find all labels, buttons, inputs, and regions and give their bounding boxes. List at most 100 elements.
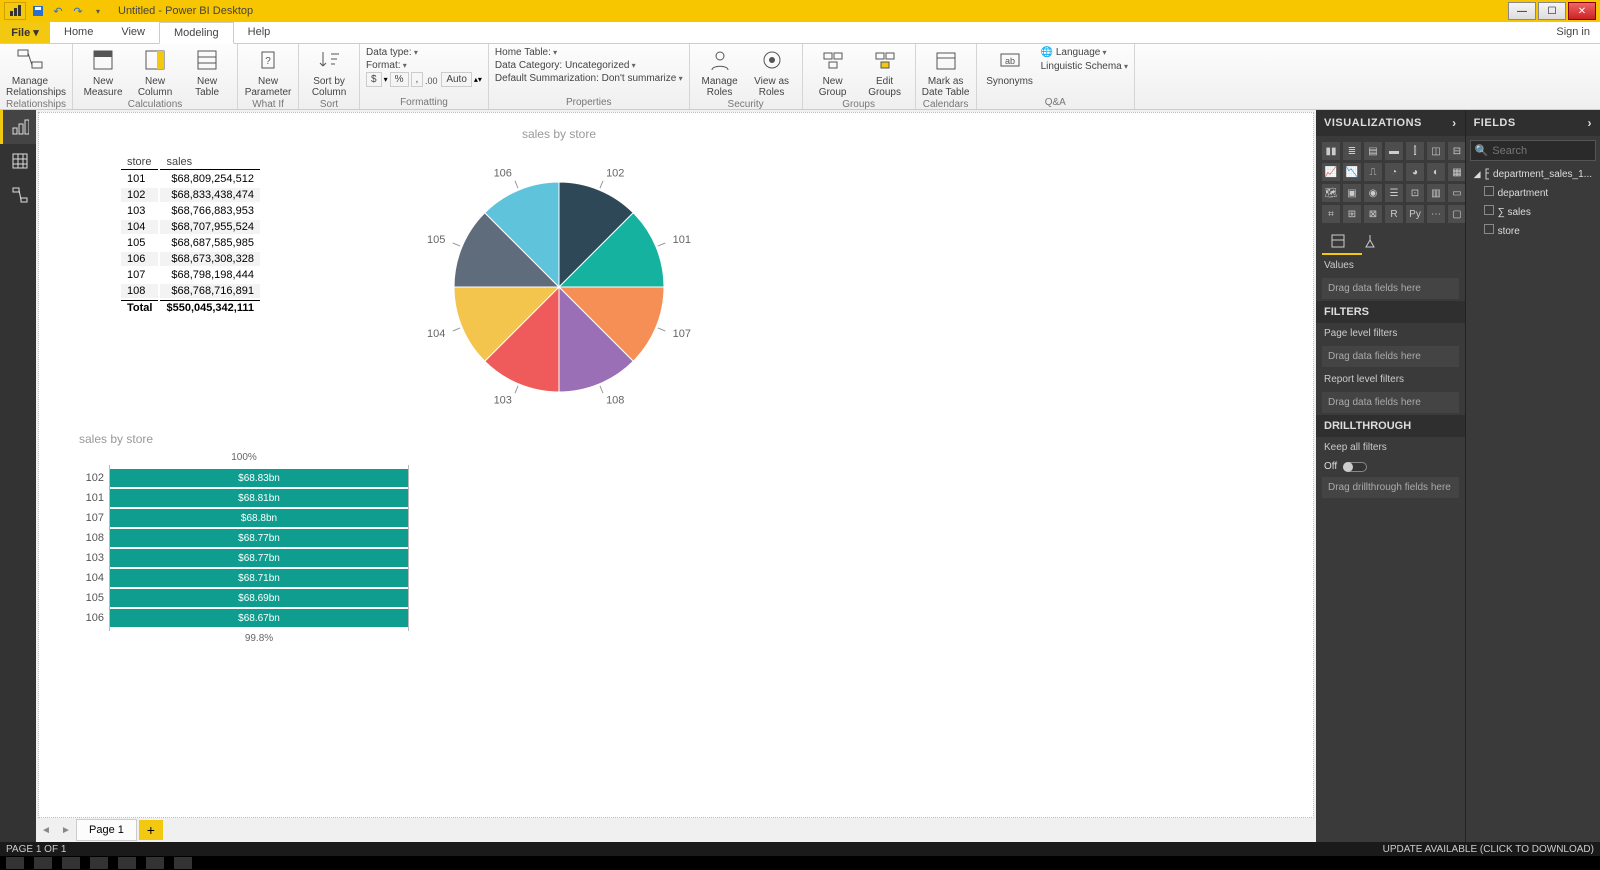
new-column-button[interactable]: New Column: [131, 46, 179, 98]
bar-row[interactable]: 104$68.71bn: [80, 569, 408, 587]
bar-row[interactable]: 102$68.83bn: [80, 469, 408, 487]
save-icon[interactable]: [30, 3, 46, 19]
sign-in-link[interactable]: Sign in: [1546, 22, 1600, 43]
format-well-icon[interactable]: [1362, 233, 1378, 249]
report-view-button[interactable]: [0, 110, 36, 144]
table-row[interactable]: 107$68,798,198,444: [121, 268, 260, 282]
data-category-dropdown[interactable]: Data Category: Uncategorized: [495, 59, 683, 72]
update-available-link[interactable]: UPDATE AVAILABLE (CLICK TO DOWNLOAD): [1383, 844, 1594, 855]
tab-view[interactable]: View: [107, 22, 159, 43]
viz-type-button[interactable]: ◐: [1427, 163, 1445, 181]
fields-search[interactable]: 🔍: [1470, 140, 1596, 161]
viz-type-button[interactable]: ▤: [1364, 142, 1382, 160]
table-row[interactable]: 108$68,768,716,891: [121, 284, 260, 298]
values-dropzone[interactable]: Drag data fields here: [1322, 278, 1459, 299]
viz-type-button[interactable]: ▥: [1427, 184, 1445, 202]
visualizations-header[interactable]: VISUALIZATIONS›: [1316, 110, 1465, 136]
viz-type-button[interactable]: ▭: [1448, 184, 1466, 202]
new-group-button[interactable]: New Group: [809, 46, 857, 98]
viz-type-button[interactable]: ⊟: [1448, 142, 1466, 160]
report-filters-dropzone[interactable]: Drag data fields here: [1322, 392, 1459, 413]
new-measure-button[interactable]: New Measure: [79, 46, 127, 98]
manage-roles-button[interactable]: Manage Roles: [696, 46, 744, 98]
page-next-button[interactable]: ►: [56, 825, 76, 836]
bar-row[interactable]: 101$68.81bn: [80, 489, 408, 507]
viz-type-button[interactable]: Py: [1406, 205, 1424, 223]
mark-as-date-table-button[interactable]: Mark as Date Table: [922, 46, 970, 98]
page-filters-dropzone[interactable]: Drag data fields here: [1322, 346, 1459, 367]
sort-by-column-button[interactable]: Sort by Column: [305, 46, 353, 98]
viz-type-button[interactable]: ☰: [1385, 184, 1403, 202]
taskbar-item[interactable]: [118, 857, 136, 869]
viz-type-button[interactable]: ▢: [1448, 205, 1466, 223]
viz-type-button[interactable]: ⌗: [1322, 205, 1340, 223]
viz-type-button[interactable]: ◔: [1385, 163, 1403, 181]
add-page-button[interactable]: +: [139, 820, 163, 840]
table-visual[interactable]: storesales 101$68,809,254,512102$68,833,…: [119, 153, 262, 317]
qat-dropdown-icon[interactable]: ▾: [90, 3, 106, 19]
data-type-dropdown[interactable]: Data type:: [366, 46, 482, 59]
taskbar-item[interactable]: [146, 857, 164, 869]
taskbar-item[interactable]: [90, 857, 108, 869]
viz-type-button[interactable]: ▣: [1343, 184, 1361, 202]
default-summarization-dropdown[interactable]: Default Summarization: Don't summarize: [495, 72, 683, 85]
viz-type-button[interactable]: 📉: [1343, 163, 1361, 181]
view-as-roles-button[interactable]: View as Roles: [748, 46, 796, 98]
percent-button[interactable]: %: [390, 72, 409, 87]
table-row[interactable]: 101$68,809,254,512: [121, 172, 260, 186]
bar-chart-visual[interactable]: sales by store 100% 102$68.83bn101$68.81…: [79, 428, 409, 646]
fields-table[interactable]: ◢department_sales_1...: [1466, 165, 1600, 183]
language-dropdown[interactable]: 🌐 Language: [1041, 46, 1128, 59]
taskbar-item[interactable]: [6, 857, 24, 869]
minimize-button[interactable]: —: [1508, 2, 1536, 20]
bar-row[interactable]: 106$68.67bn: [80, 609, 408, 627]
bar-row[interactable]: 108$68.77bn: [80, 529, 408, 547]
new-table-button[interactable]: New Table: [183, 46, 231, 98]
tab-home[interactable]: Home: [50, 22, 107, 43]
table-row[interactable]: 104$68,707,955,524: [121, 220, 260, 234]
new-parameter-button[interactable]: ?New Parameter: [244, 46, 292, 98]
keep-filters-toggle[interactable]: Off: [1316, 458, 1465, 475]
field-column[interactable]: store: [1466, 221, 1600, 240]
viz-type-button[interactable]: ◕: [1406, 163, 1424, 181]
viz-type-button[interactable]: 🗺: [1322, 184, 1340, 202]
redo-icon[interactable]: ↷: [70, 3, 86, 19]
field-column[interactable]: department: [1466, 183, 1600, 202]
taskbar-item[interactable]: [62, 857, 80, 869]
manage-relationships-button[interactable]: Manage Relationships: [6, 46, 54, 98]
file-menu[interactable]: File ▾: [0, 22, 50, 43]
viz-type-button[interactable]: ▮▮: [1322, 142, 1340, 160]
viz-type-button[interactable]: ◫: [1427, 142, 1445, 160]
search-input[interactable]: [1492, 145, 1600, 157]
table-row[interactable]: 105$68,687,585,985: [121, 236, 260, 250]
pie-chart-visual[interactable]: sales by store 102101107108103104105106: [359, 121, 759, 427]
format-dropdown[interactable]: Format:: [366, 59, 482, 72]
viz-type-button[interactable]: ⊡: [1406, 184, 1424, 202]
undo-icon[interactable]: ↶: [50, 3, 66, 19]
viz-type-button[interactable]: ⊠: [1364, 205, 1382, 223]
viz-type-button[interactable]: 📈: [1322, 163, 1340, 181]
taskbar-item[interactable]: [174, 857, 192, 869]
viz-type-button[interactable]: ▦: [1448, 163, 1466, 181]
table-row[interactable]: 103$68,766,883,953: [121, 204, 260, 218]
data-view-button[interactable]: [0, 144, 36, 178]
drillthrough-dropzone[interactable]: Drag drillthrough fields here: [1322, 477, 1459, 498]
fields-header[interactable]: FIELDS›: [1466, 110, 1600, 136]
home-table-dropdown[interactable]: Home Table:: [495, 46, 683, 59]
tab-help[interactable]: Help: [234, 22, 285, 43]
table-row[interactable]: 102$68,833,438,474: [121, 188, 260, 202]
linguistic-schema-dropdown[interactable]: Linguistic Schema: [1041, 60, 1128, 73]
bar-row[interactable]: 105$68.69bn: [80, 589, 408, 607]
taskbar-item[interactable]: [34, 857, 52, 869]
decimal-icon[interactable]: .00: [425, 74, 439, 86]
close-button[interactable]: ✕: [1568, 2, 1596, 20]
viz-type-button[interactable]: ⎍: [1364, 163, 1382, 181]
viz-type-button[interactable]: ▬: [1385, 142, 1403, 160]
viz-type-button[interactable]: ⫿: [1406, 142, 1424, 160]
comma-button[interactable]: ,: [411, 72, 424, 87]
maximize-button[interactable]: ☐: [1538, 2, 1566, 20]
viz-type-button[interactable]: ⋯: [1427, 205, 1445, 223]
tab-modeling[interactable]: Modeling: [159, 22, 234, 44]
page-tab-1[interactable]: Page 1: [76, 819, 137, 841]
viz-type-button[interactable]: R: [1385, 205, 1403, 223]
